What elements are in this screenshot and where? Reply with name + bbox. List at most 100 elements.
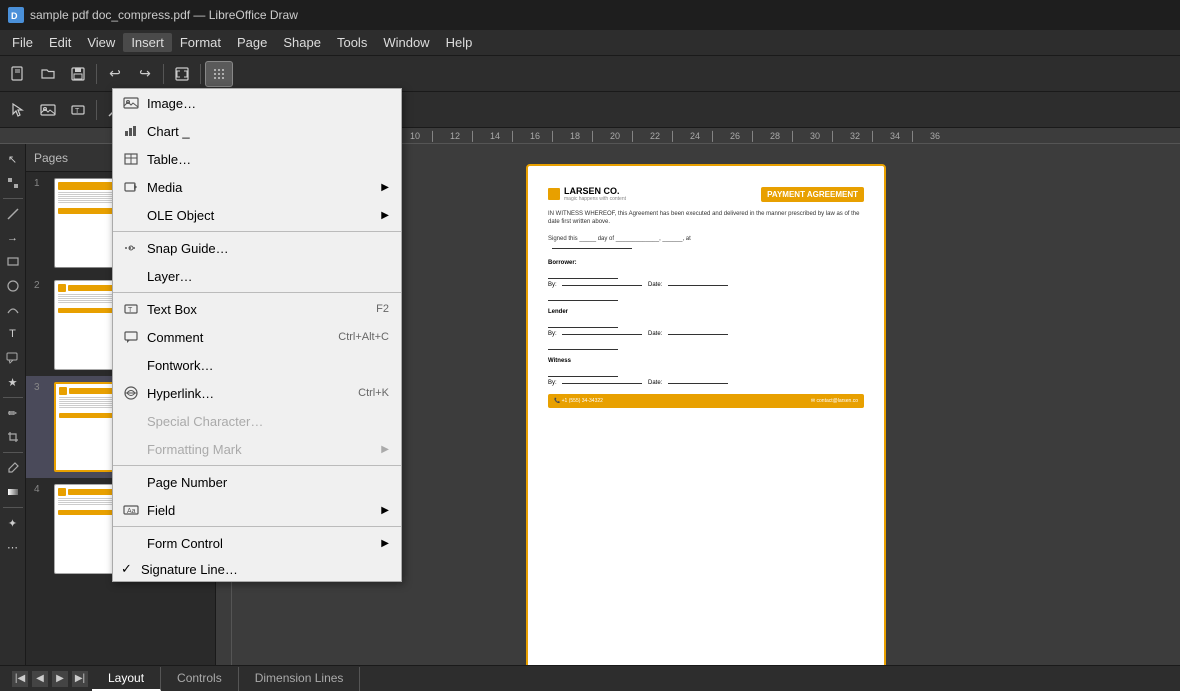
toolbar-sep-2: [163, 64, 164, 84]
svg-text:D: D: [11, 11, 18, 21]
doc-body-text: IN WITNESS WHEREOF, this Agreement has b…: [548, 210, 864, 252]
tab-controls[interactable]: Controls: [161, 667, 239, 691]
lt-sep-1: [3, 198, 23, 199]
page-num-menu-icon: [121, 472, 141, 492]
insert-textbox-button[interactable]: T: [64, 97, 92, 123]
menu-layer-label: Layer…: [147, 269, 389, 284]
snap-menu-icon: [121, 238, 141, 258]
nav-prev[interactable]: ◀: [32, 671, 48, 687]
doc-company-info: LARSEN CO. magic happens with content: [564, 186, 626, 202]
redo-button[interactable]: ↪: [131, 61, 159, 87]
menu-item-snap[interactable]: Snap Guide…: [113, 234, 401, 262]
callout-lt-button[interactable]: [2, 347, 24, 369]
curve-lt-button[interactable]: [2, 299, 24, 321]
doc-date-label-2: Date:: [648, 331, 662, 337]
tab-layout[interactable]: Layout: [92, 667, 161, 691]
titlebar: D sample pdf doc_compress.pdf — LibreOff…: [0, 0, 1180, 30]
menu-page[interactable]: Page: [229, 33, 275, 52]
app-icon: D: [8, 7, 24, 23]
arrow-lt-button[interactable]: →: [2, 227, 24, 249]
dm-sep-1: [113, 231, 401, 232]
menu-edit[interactable]: Edit: [41, 33, 79, 52]
menu-item-page-num[interactable]: Page Number: [113, 468, 401, 496]
special-char-menu-icon: [121, 411, 141, 431]
menu-help[interactable]: Help: [438, 33, 481, 52]
menu-item-form-control[interactable]: Form Control ▶: [113, 529, 401, 557]
nav-last[interactable]: ▶|: [72, 671, 88, 687]
nav-first[interactable]: |◀: [12, 671, 28, 687]
menu-item-layer[interactable]: Layer…: [113, 262, 401, 290]
select-button[interactable]: [4, 97, 32, 123]
snap-grid-button[interactable]: [205, 61, 233, 87]
svg-text:T: T: [128, 307, 133, 314]
select-lt-button[interactable]: ↖: [2, 148, 24, 170]
undo-button[interactable]: ↩: [101, 61, 129, 87]
save-button[interactable]: [64, 61, 92, 87]
menu-item-media[interactable]: Media ▶: [113, 173, 401, 201]
effects-lt-button[interactable]: ✦: [2, 512, 24, 534]
menu-item-textbox[interactable]: T Text Box F2: [113, 295, 401, 323]
doc-lender-by: By: Date:: [548, 331, 864, 337]
doc-lender-section: Lender By: Date:: [548, 309, 864, 350]
menu-item-ole[interactable]: OLE Object ▶: [113, 201, 401, 229]
doc-email: ✉ contact@larsen.co: [811, 398, 858, 404]
doc-phone: 📞 +1 (555) 34-34322: [554, 398, 603, 404]
tab-dimension-lines[interactable]: Dimension Lines: [239, 667, 361, 691]
window-title: sample pdf doc_compress.pdf — LibreOffic…: [30, 8, 298, 22]
doc-company-name: LARSEN CO.: [564, 186, 626, 196]
menu-format[interactable]: Format: [172, 33, 229, 52]
doc-borrower-section: Borrower: By: Date:: [548, 260, 864, 301]
menu-tools[interactable]: Tools: [329, 33, 375, 52]
new-button[interactable]: [4, 61, 32, 87]
point-edit-button[interactable]: [2, 172, 24, 194]
zoom-fit-button[interactable]: [168, 61, 196, 87]
pencil-lt-button[interactable]: ✏: [2, 402, 24, 424]
menu-window[interactable]: Window: [375, 33, 437, 52]
page-num-1: 1: [34, 178, 48, 189]
menu-item-format-mark[interactable]: Formatting Mark ▶: [113, 435, 401, 463]
eyedropper-lt-button[interactable]: [2, 457, 24, 479]
insert-image-button[interactable]: [34, 97, 62, 123]
star-lt-button[interactable]: ★: [2, 371, 24, 393]
pages-label: Pages: [34, 151, 68, 165]
textbox-menu-icon: T: [121, 299, 141, 319]
toolbar-main: ↩ ↪: [0, 56, 1180, 92]
form-control-arrow-icon: ▶: [381, 538, 389, 549]
menu-field-label: Field: [147, 503, 377, 518]
layer-menu-icon: [121, 266, 141, 286]
menu-item-special-char[interactable]: Special Character…: [113, 407, 401, 435]
crop-lt-button[interactable]: [2, 426, 24, 448]
menu-shape[interactable]: Shape: [275, 33, 329, 52]
menu-item-comment[interactable]: Comment Ctrl+Alt+C: [113, 323, 401, 351]
menu-item-hyperlink[interactable]: Hyperlink… Ctrl+K: [113, 379, 401, 407]
chart-menu-icon: [121, 121, 141, 141]
doc-by-label-3: By:: [548, 380, 557, 386]
line-lt-button[interactable]: [2, 203, 24, 225]
more-lt-button[interactable]: ⋯: [2, 536, 24, 558]
circle-lt-button[interactable]: [2, 275, 24, 297]
document: LARSEN CO. magic happens with content PA…: [526, 164, 886, 665]
gradient-lt-button[interactable]: [2, 481, 24, 503]
page-num-4: 4: [34, 484, 48, 495]
doc-witness-by: By: Date:: [548, 380, 864, 386]
menu-item-table[interactable]: Table…: [113, 145, 401, 173]
statusbar: |◀ ◀ ▶ ▶| Layout Controls Dimension Line…: [0, 665, 1180, 691]
menu-item-sig-line[interactable]: ✓ Signature Line…: [113, 557, 401, 581]
menu-file[interactable]: File: [4, 33, 41, 52]
open-button[interactable]: [34, 61, 62, 87]
nav-next[interactable]: ▶: [52, 671, 68, 687]
menu-item-fontwork[interactable]: Fontwork…: [113, 351, 401, 379]
menu-item-field[interactable]: Aa Field ▶: [113, 496, 401, 524]
page-num-3: 3: [34, 382, 48, 393]
doc-title: PAYMENT AGREEMENT: [761, 187, 864, 202]
textbox-lt-button[interactable]: T: [2, 323, 24, 345]
media-menu-icon: [121, 177, 141, 197]
menu-view[interactable]: View: [79, 33, 123, 52]
menu-insert[interactable]: Insert: [123, 33, 172, 52]
doc-date-label-1: Date:: [648, 282, 662, 288]
format-mark-arrow-icon: ▶: [381, 444, 389, 455]
menu-item-image[interactable]: Image…: [113, 89, 401, 117]
menu-item-chart[interactable]: Chart _: [113, 117, 401, 145]
dm-sep-2: [113, 292, 401, 293]
rect-lt-button[interactable]: [2, 251, 24, 273]
